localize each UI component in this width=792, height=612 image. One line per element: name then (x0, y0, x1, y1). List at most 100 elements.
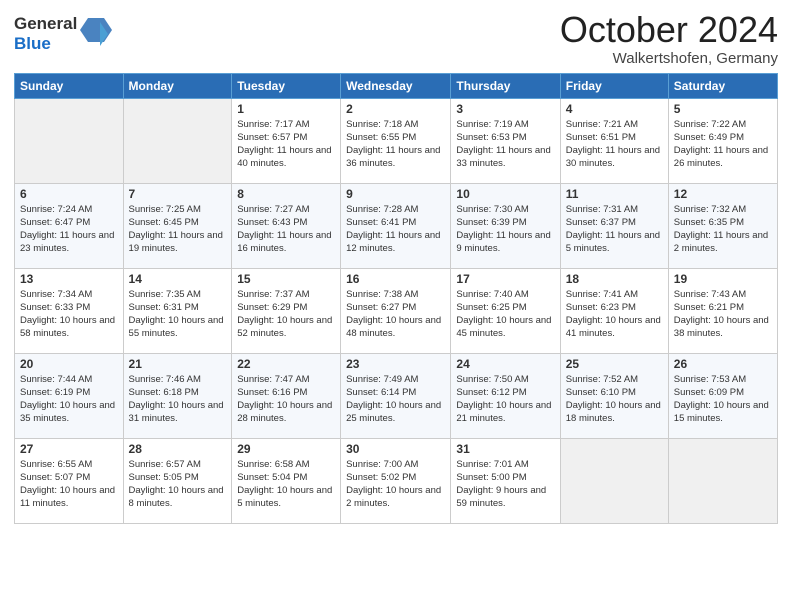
day-cell: 9 Sunrise: 7:28 AMSunset: 6:41 PMDaylight… (341, 183, 451, 268)
daylight-text: Daylight: 10 hours and 11 minutes. (20, 484, 118, 511)
daylight-text: Daylight: 11 hours and 9 minutes. (456, 229, 554, 256)
sunrise-text: Sunrise: 6:55 AM (20, 458, 118, 471)
sunrise-text: Sunrise: 7:24 AM (20, 203, 118, 216)
day-number: 16 (346, 272, 445, 286)
day-cell: 16 Sunrise: 7:38 AMSunset: 6:27 PMDayligh… (341, 268, 451, 353)
day-cell: 31Sunrise: 7:01 AMSunset: 5:00 PMDayligh… (451, 438, 560, 523)
day-info: Sunrise: 7:00 AMSunset: 5:02 PMDaylight:… (346, 458, 445, 511)
sunrise-text: Sunrise: 7:30 AM (456, 203, 554, 216)
sunrise-text: Sunrise: 7:31 AM (566, 203, 663, 216)
logo: General Blue (14, 14, 112, 53)
sunset-text: Sunset: 6:57 PM (237, 131, 335, 144)
weekday-header-sunday: Sunday (15, 73, 124, 98)
sunrise-text: Sunrise: 7:49 AM (346, 373, 445, 386)
weekday-header-row: SundayMondayTuesdayWednesdayThursdayFrid… (15, 73, 778, 98)
sunset-text: Sunset: 6:18 PM (129, 386, 227, 399)
header: General Blue October 2024 Walkertshofen,… (14, 10, 778, 67)
day-cell (15, 98, 124, 183)
daylight-text: Daylight: 10 hours and 2 minutes. (346, 484, 445, 511)
day-info: Sunrise: 7:38 AMSunset: 6:27 PMDaylight:… (346, 288, 445, 341)
day-info: Sunrise: 7:43 AMSunset: 6:21 PMDaylight:… (674, 288, 772, 341)
day-number: 9 (346, 187, 445, 201)
day-info: Sunrise: 7:17 AMSunset: 6:57 PMDaylight:… (237, 118, 335, 171)
week-row-2: 6Sunrise: 7:24 AMSunset: 6:47 PMDaylight… (15, 183, 778, 268)
sunset-text: Sunset: 6:45 PM (129, 216, 227, 229)
day-info: Sunrise: 7:50 AMSunset: 6:12 PMDaylight:… (456, 373, 554, 426)
sunrise-text: Sunrise: 6:58 AM (237, 458, 335, 471)
sunrise-text: Sunrise: 7:44 AM (20, 373, 118, 386)
daylight-text: Daylight: 10 hours and 15 minutes. (674, 399, 772, 426)
daylight-text: Daylight: 10 hours and 21 minutes. (456, 399, 554, 426)
day-number: 7 (129, 187, 227, 201)
daylight-text: Daylight: 10 hours and 31 minutes. (129, 399, 227, 426)
daylight-text: Daylight: 11 hours and 36 minutes. (346, 144, 445, 171)
day-cell: 28Sunrise: 6:57 AMSunset: 5:05 PMDayligh… (123, 438, 232, 523)
weekday-header-tuesday: Tuesday (232, 73, 341, 98)
day-info: Sunrise: 7:40 AMSunset: 6:25 PMDaylight:… (456, 288, 554, 341)
day-info: Sunrise: 6:58 AMSunset: 5:04 PMDaylight:… (237, 458, 335, 511)
sunrise-text: Sunrise: 7:17 AM (237, 118, 335, 131)
day-number: 24 (456, 357, 554, 371)
sunset-text: Sunset: 6:53 PM (456, 131, 554, 144)
daylight-text: Daylight: 10 hours and 25 minutes. (346, 399, 445, 426)
day-cell: 8Sunrise: 7:27 AMSunset: 6:43 PMDaylight… (232, 183, 341, 268)
day-number: 18 (566, 272, 663, 286)
sunset-text: Sunset: 5:05 PM (129, 471, 227, 484)
day-number: 2 (346, 102, 445, 116)
sunrise-text: Sunrise: 7:25 AM (129, 203, 227, 216)
sunset-text: Sunset: 6:29 PM (237, 301, 335, 314)
day-number: 4 (566, 102, 663, 116)
sunrise-text: Sunrise: 7:40 AM (456, 288, 554, 301)
sunset-text: Sunset: 6:47 PM (20, 216, 118, 229)
sunrise-text: Sunrise: 7:01 AM (456, 458, 554, 471)
sunset-text: Sunset: 6:51 PM (566, 131, 663, 144)
daylight-text: Daylight: 10 hours and 38 minutes. (674, 314, 772, 341)
daylight-text: Daylight: 11 hours and 40 minutes. (237, 144, 335, 171)
sunset-text: Sunset: 6:14 PM (346, 386, 445, 399)
day-cell (123, 98, 232, 183)
day-info: Sunrise: 6:57 AMSunset: 5:05 PMDaylight:… (129, 458, 227, 511)
day-number: 8 (237, 187, 335, 201)
day-cell: 20Sunrise: 7:44 AMSunset: 6:19 PMDayligh… (15, 353, 124, 438)
day-number: 23 (346, 357, 445, 371)
daylight-text: Daylight: 9 hours and 59 minutes. (456, 484, 554, 511)
day-cell (560, 438, 668, 523)
day-number: 25 (566, 357, 663, 371)
sunset-text: Sunset: 5:02 PM (346, 471, 445, 484)
sunset-text: Sunset: 6:33 PM (20, 301, 118, 314)
sunrise-text: Sunrise: 7:37 AM (237, 288, 335, 301)
sunset-text: Sunset: 6:12 PM (456, 386, 554, 399)
page-container: General Blue October 2024 Walkertshofen,… (0, 0, 792, 534)
day-info: Sunrise: 7:28 AMSunset: 6:41 PMDaylight:… (346, 203, 445, 256)
daylight-text: Daylight: 11 hours and 30 minutes. (566, 144, 663, 171)
daylight-text: Daylight: 11 hours and 5 minutes. (566, 229, 663, 256)
weekday-header-monday: Monday (123, 73, 232, 98)
sunrise-text: Sunrise: 7:19 AM (456, 118, 554, 131)
day-info: Sunrise: 7:34 AMSunset: 6:33 PMDaylight:… (20, 288, 118, 341)
day-info: Sunrise: 7:44 AMSunset: 6:19 PMDaylight:… (20, 373, 118, 426)
daylight-text: Daylight: 10 hours and 18 minutes. (566, 399, 663, 426)
day-cell: 7 Sunrise: 7:25 AMSunset: 6:45 PMDaylight… (123, 183, 232, 268)
day-cell: 29Sunrise: 6:58 AMSunset: 5:04 PMDayligh… (232, 438, 341, 523)
sunset-text: Sunset: 5:00 PM (456, 471, 554, 484)
daylight-text: Daylight: 11 hours and 19 minutes. (129, 229, 227, 256)
day-number: 21 (129, 357, 227, 371)
sunset-text: Sunset: 6:37 PM (566, 216, 663, 229)
day-cell: 13Sunrise: 7:34 AMSunset: 6:33 PMDayligh… (15, 268, 124, 353)
day-cell: 25 Sunrise: 7:52 AMSunset: 6:10 PMDayligh… (560, 353, 668, 438)
daylight-text: Daylight: 10 hours and 8 minutes. (129, 484, 227, 511)
day-cell: 17Sunrise: 7:40 AMSunset: 6:25 PMDayligh… (451, 268, 560, 353)
day-info: Sunrise: 7:30 AMSunset: 6:39 PMDaylight:… (456, 203, 554, 256)
daylight-text: Daylight: 10 hours and 41 minutes. (566, 314, 663, 341)
day-cell: 26Sunrise: 7:53 AMSunset: 6:09 PMDayligh… (668, 353, 777, 438)
sunset-text: Sunset: 5:04 PM (237, 471, 335, 484)
day-info: Sunrise: 7:35 AMSunset: 6:31 PMDaylight:… (129, 288, 227, 341)
day-cell: 3Sunrise: 7:19 AMSunset: 6:53 PMDaylight… (451, 98, 560, 183)
day-info: Sunrise: 7:52 AMSunset: 6:10 PMDaylight:… (566, 373, 663, 426)
day-info: Sunrise: 7:22 AMSunset: 6:49 PMDaylight:… (674, 118, 772, 171)
day-cell: 10Sunrise: 7:30 AMSunset: 6:39 PMDayligh… (451, 183, 560, 268)
day-number: 19 (674, 272, 772, 286)
sunset-text: Sunset: 6:35 PM (674, 216, 772, 229)
day-info: Sunrise: 7:49 AMSunset: 6:14 PMDaylight:… (346, 373, 445, 426)
sunrise-text: Sunrise: 7:18 AM (346, 118, 445, 131)
